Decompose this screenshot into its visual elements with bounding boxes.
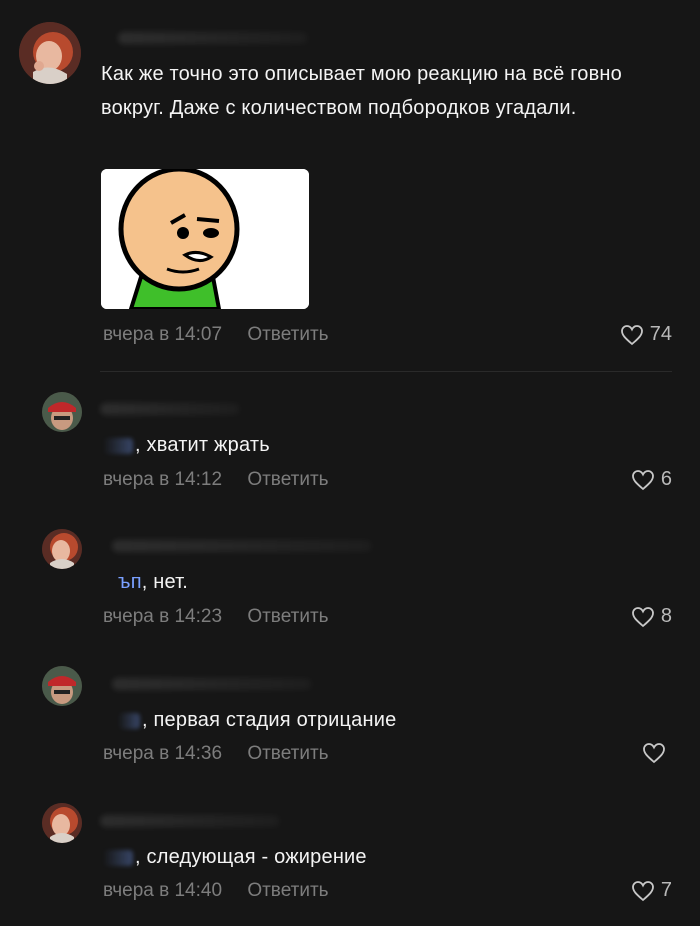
comment-body: , первая стадия отрицание: [142, 709, 397, 731]
avatar[interactable]: [42, 392, 82, 432]
comment-time: вчера в 14:12: [103, 469, 223, 490]
comment-text: ъп, нет.: [118, 565, 188, 599]
comment-meta: вчера в 14:40 Ответить: [103, 880, 329, 902]
avatar-image: [42, 392, 82, 432]
like-button[interactable]: 74: [620, 323, 672, 346]
heart-outline-icon: [631, 880, 654, 901]
comment-text: , первая стадия отрицание: [118, 703, 396, 737]
reply-button[interactable]: Ответить: [247, 880, 328, 901]
comment-meta: вчера в 14:23 Ответить: [103, 606, 329, 628]
comment-text: Как же точно это описывает мою реакцию н…: [101, 63, 622, 119]
meme-face-image: [101, 169, 309, 309]
like-count: 74: [649, 323, 672, 345]
comment-meta: вчера в 14:36 Ответить: [103, 743, 329, 765]
like-button[interactable]: 7: [631, 879, 672, 902]
comment-text: , хватит жрать: [103, 428, 270, 462]
comment-time: вчера в 14:07: [103, 324, 223, 345]
mention-redacted[interactable]: [103, 849, 133, 866]
comment-time: вчера в 14:40: [103, 880, 223, 901]
comment-image[interactable]: [101, 169, 309, 309]
author-name-redacted[interactable]: [118, 32, 308, 44]
avatar-image: [42, 666, 82, 706]
heart-outline-icon: [643, 743, 665, 764]
comment-body: , следующая - ожирение: [135, 846, 367, 868]
comment-meta: вчера в 14:12 Ответить: [103, 469, 329, 491]
avatar[interactable]: [19, 22, 81, 84]
avatar[interactable]: [42, 666, 82, 706]
author-name-redacted[interactable]: [112, 678, 312, 690]
author-name-redacted[interactable]: [100, 403, 240, 415]
comment-body: , нет.: [141, 571, 189, 593]
avatar[interactable]: [42, 803, 82, 843]
comment-time: вчера в 14:36: [103, 743, 223, 764]
like-count: 8: [660, 605, 672, 627]
like-count: 7: [660, 879, 672, 901]
comment-meta: вчера в 14:07 Ответить: [103, 324, 329, 346]
mention-redacted[interactable]: [118, 712, 140, 729]
reply-button[interactable]: Ответить: [247, 324, 328, 345]
reply-button[interactable]: Ответить: [247, 469, 328, 490]
thread-divider: [100, 371, 672, 372]
like-button[interactable]: 8: [631, 605, 672, 628]
reply-button[interactable]: Ответить: [247, 743, 328, 764]
avatar-image: [19, 22, 81, 84]
avatar-image: [42, 803, 82, 843]
heart-outline-icon: [631, 469, 654, 490]
author-name-redacted[interactable]: [100, 815, 280, 827]
author-name-redacted[interactable]: [112, 540, 372, 552]
like-button[interactable]: 6: [631, 468, 672, 491]
heart-outline-icon: [631, 606, 654, 627]
comment-text: , следующая - ожирение: [103, 840, 367, 874]
heart-outline-icon: [620, 324, 643, 345]
like-count: 6: [660, 468, 672, 490]
avatar-image: [42, 529, 82, 569]
comment-body: , хватит жрать: [135, 434, 270, 456]
comment-time: вчера в 14:23: [103, 606, 223, 627]
mention-redacted[interactable]: [103, 437, 133, 454]
mention-fragment[interactable]: ъп: [118, 571, 142, 593]
avatar[interactable]: [42, 529, 82, 569]
like-button[interactable]: [642, 742, 672, 764]
reply-button[interactable]: Ответить: [247, 606, 328, 627]
